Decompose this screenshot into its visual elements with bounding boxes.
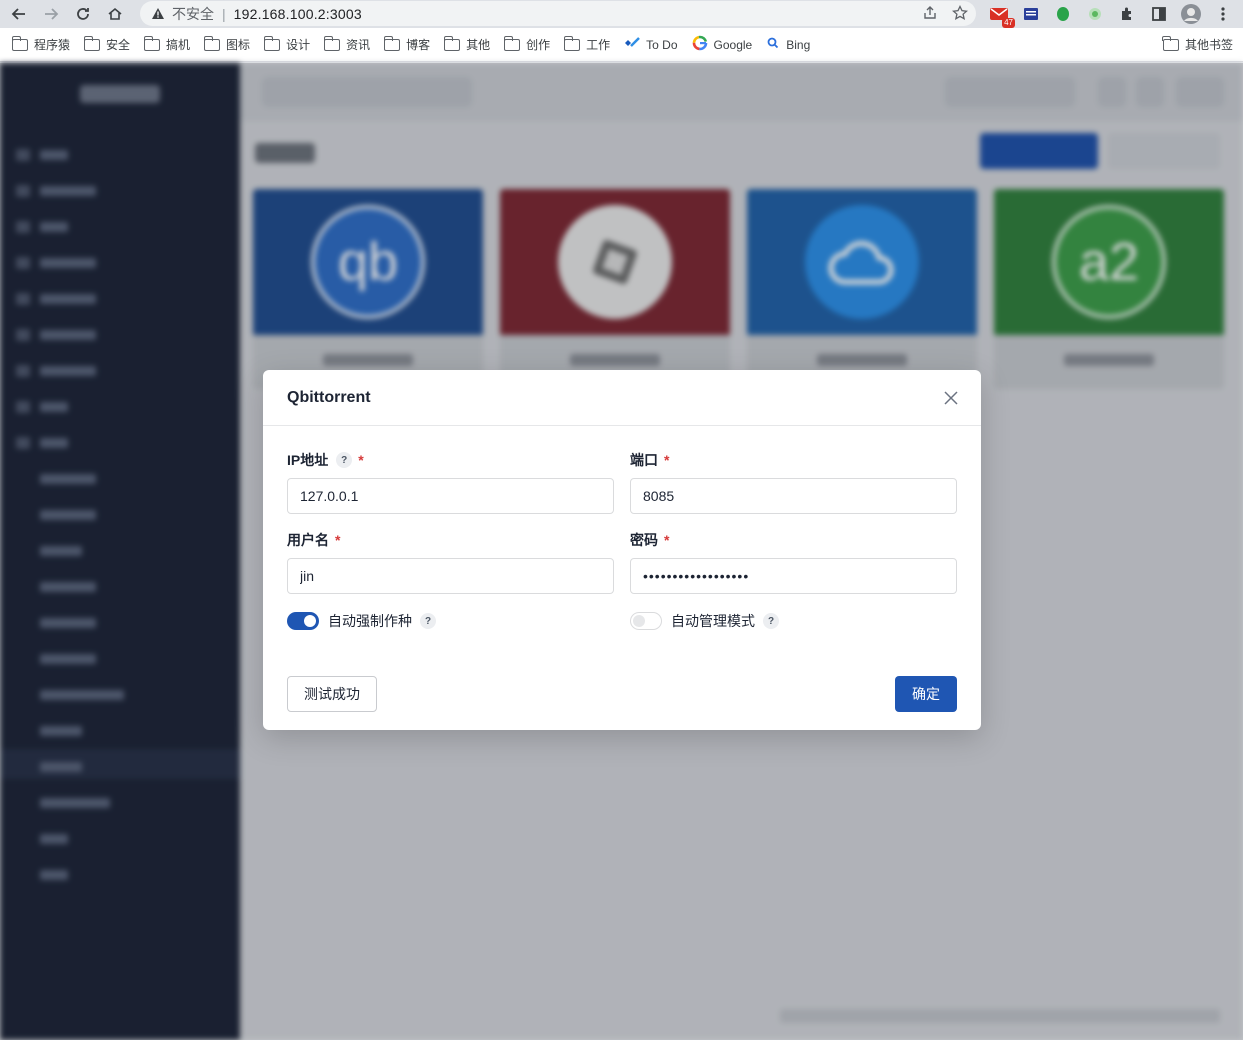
sidepanel-icon[interactable] <box>1149 4 1169 24</box>
bookmark-bing[interactable]: Bing <box>766 36 810 53</box>
bookmark-folder[interactable]: 工作 <box>563 35 610 53</box>
folder-icon <box>203 35 221 51</box>
reader-extension-icon[interactable] <box>1021 4 1041 24</box>
password-label: 密码 * <box>630 532 670 548</box>
google-icon <box>692 35 708 54</box>
folder-icon <box>323 35 341 51</box>
port-label: 端口 * <box>630 452 670 468</box>
bing-search-icon <box>766 36 780 53</box>
bookmark-folder[interactable]: 博客 <box>383 35 430 53</box>
bookmark-folder[interactable]: 图标 <box>203 35 250 53</box>
mail-extension-icon[interactable]: 47 <box>989 4 1015 28</box>
reload-icon[interactable] <box>70 1 96 27</box>
bookmark-todo[interactable]: To Do <box>624 37 678 52</box>
extensions-puzzle-icon[interactable] <box>1117 4 1137 24</box>
folder-icon <box>443 35 461 51</box>
bookmark-folder[interactable]: 安全 <box>83 35 130 53</box>
browser-menu-icon[interactable] <box>1213 4 1233 24</box>
bookmarks-bar: 程序猿 安全 搞机 图标 设计 资讯 博客 其他 创作 工作 To Do Goo… <box>0 28 1243 62</box>
bookmark-folder[interactable]: 资讯 <box>323 35 370 53</box>
downloader-config-dialog: Qbittorrent IP地址 ? * 端口 * 用户名 * 密码 * <box>263 370 981 730</box>
folder-icon <box>1162 35 1179 51</box>
status-extension-icon[interactable] <box>1085 4 1105 24</box>
share-icon[interactable] <box>922 5 938 24</box>
close-icon[interactable] <box>941 388 961 408</box>
username-input[interactable] <box>287 558 614 594</box>
mail-badge: 47 <box>1002 18 1015 28</box>
help-icon[interactable]: ? <box>336 452 353 468</box>
required-mark: * <box>664 452 670 468</box>
auto-manage-label: 自动管理模式 <box>671 613 755 629</box>
url-text: 192.168.100.2:3003 <box>233 5 362 22</box>
bookmark-other-folder[interactable]: 其他书签 <box>1162 35 1233 53</box>
forward-icon[interactable] <box>38 1 64 27</box>
auto-force-seed-label: 自动强制作种 <box>328 613 412 629</box>
required-mark: * <box>664 532 670 548</box>
port-field: 端口 * <box>630 450 957 514</box>
folder-icon <box>263 35 281 51</box>
bookmark-google[interactable]: Google <box>692 35 752 54</box>
username-field: 用户名 * <box>287 530 614 594</box>
confirm-button[interactable]: 确定 <box>895 676 957 712</box>
bookmark-folder[interactable]: 其他 <box>443 35 490 53</box>
auto-force-seed-toggle-row: 自动强制作种 ? <box>287 611 436 631</box>
folder-icon <box>563 35 581 51</box>
ip-label: IP地址 ? * <box>287 452 364 468</box>
test-connection-button[interactable]: 测试成功 <box>287 676 377 712</box>
todo-icon <box>624 37 641 52</box>
address-bar[interactable]: 不安全 | 192.168.100.2:3003 <box>140 1 976 26</box>
address-separator: | <box>222 5 226 22</box>
bookmark-folder[interactable]: 程序猿 <box>11 35 70 53</box>
back-icon[interactable] <box>6 1 32 27</box>
auto-manage-toggle-row: 自动管理模式 ? <box>630 611 779 631</box>
required-mark: * <box>335 532 341 548</box>
ip-field: IP地址 ? * <box>287 450 614 514</box>
folder-icon <box>143 35 161 51</box>
folder-icon <box>503 35 521 51</box>
auto-manage-switch[interactable] <box>630 612 662 630</box>
bookmark-folder[interactable]: 设计 <box>263 35 310 53</box>
bookmark-folder[interactable]: 创作 <box>503 35 550 53</box>
home-icon[interactable] <box>102 1 128 27</box>
help-icon[interactable]: ? <box>420 613 436 629</box>
folder-icon <box>11 35 28 51</box>
username-label: 用户名 * <box>287 532 341 548</box>
dialog-title: Qbittorrent <box>287 388 371 406</box>
password-field: 密码 * •••••••••••••••••• <box>630 530 957 594</box>
browser-toolbar: 不安全 | 192.168.100.2:3003 47 <box>0 0 1243 28</box>
auto-force-seed-switch[interactable] <box>287 612 319 630</box>
dialog-header: Qbittorrent <box>263 370 981 426</box>
folder-icon <box>383 35 401 51</box>
bookmark-star-icon[interactable] <box>951 4 969 24</box>
bookmark-folder[interactable]: 搞机 <box>143 35 190 53</box>
required-mark: * <box>358 452 364 468</box>
password-input[interactable]: •••••••••••••••••• <box>630 558 957 594</box>
port-input[interactable] <box>630 478 957 514</box>
warning-icon <box>150 6 166 22</box>
profile-avatar[interactable] <box>1181 4 1201 24</box>
folder-icon <box>83 35 101 51</box>
ip-input[interactable] <box>287 478 614 514</box>
help-icon[interactable]: ? <box>763 613 779 629</box>
security-label: 不安全 <box>172 5 214 22</box>
evernote-extension-icon[interactable] <box>1053 4 1073 24</box>
